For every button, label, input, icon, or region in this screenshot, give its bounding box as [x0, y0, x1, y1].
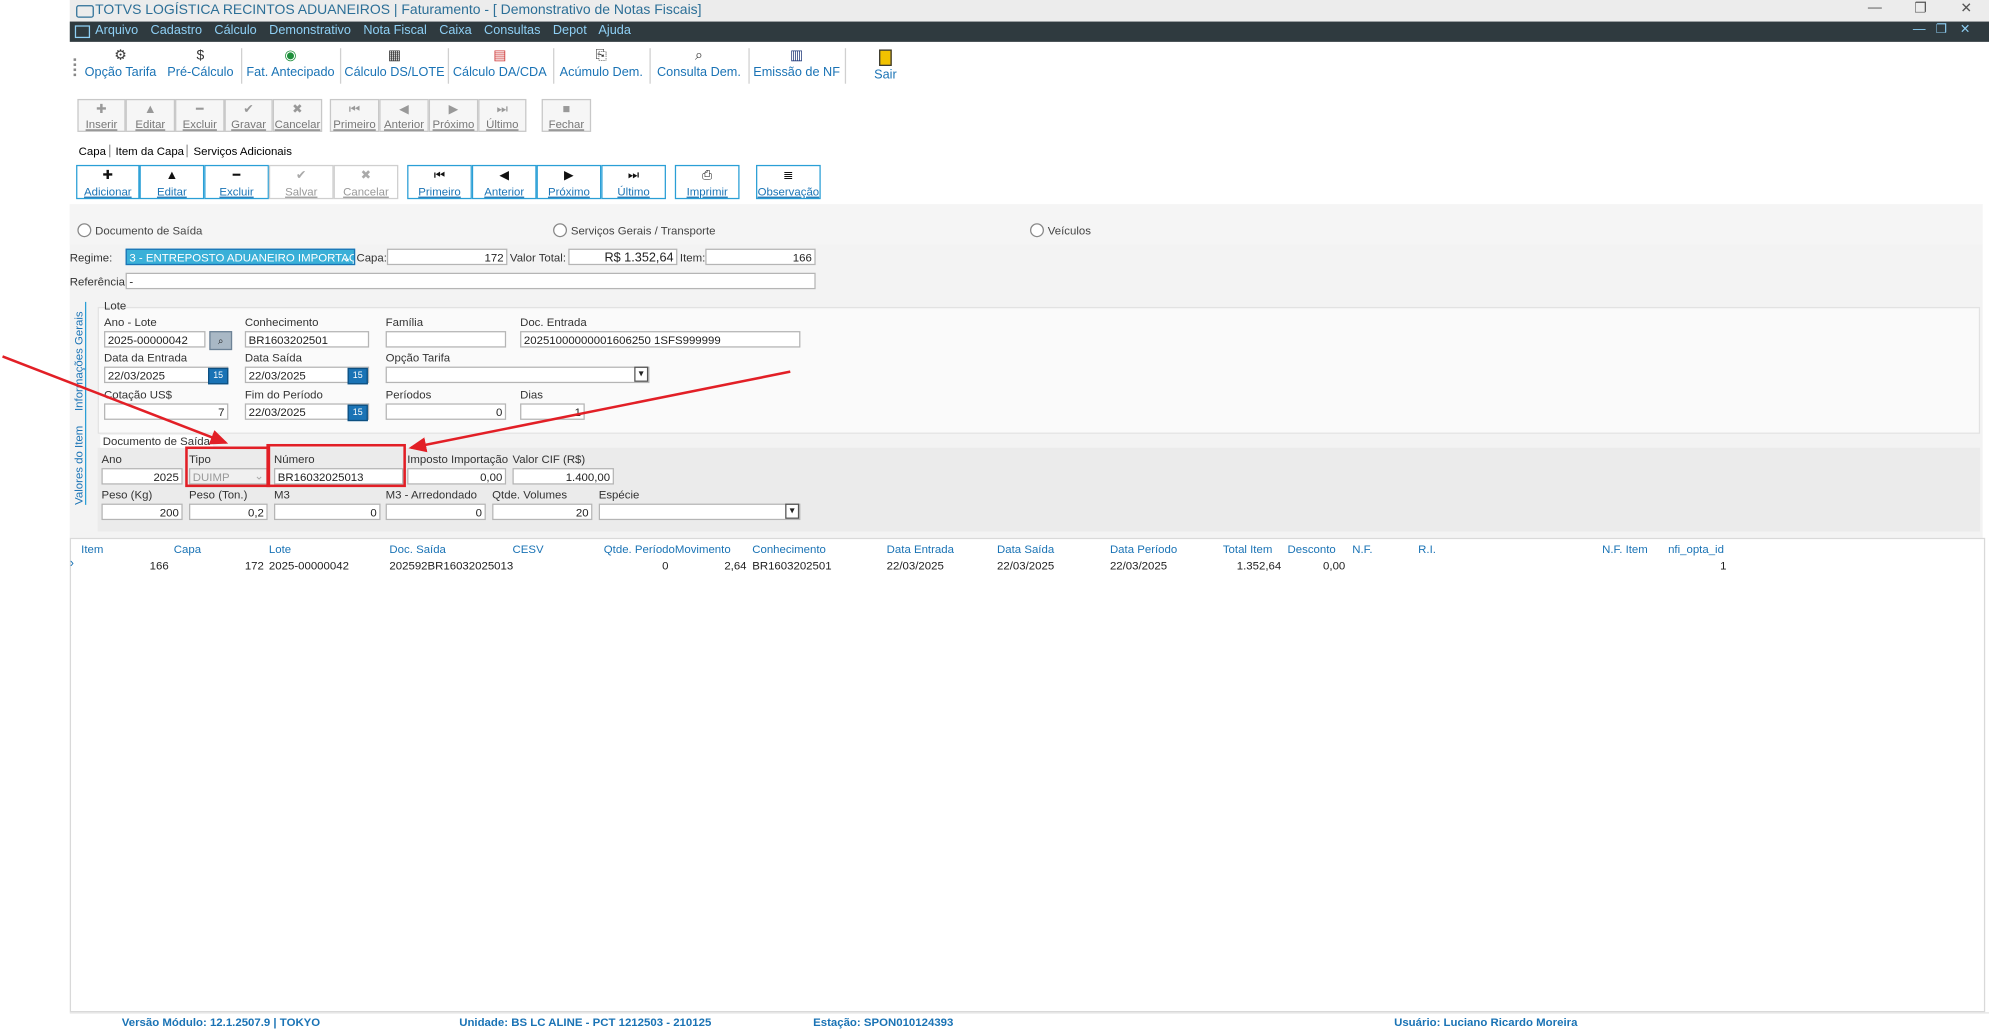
cell-doc-saida: 202592BR16032025013 [389, 559, 514, 573]
cell-movimento: 2,64 [724, 559, 747, 573]
grid-header-capa[interactable]: Capa [174, 543, 201, 556]
close-button[interactable]: ✕ [1952, 0, 1980, 16]
cell-data-entrada: 22/03/2025 [886, 559, 944, 573]
mdi-restore-button[interactable]: ❐ [1936, 23, 1947, 37]
grid-header-nf[interactable]: N.F. [1352, 543, 1372, 556]
mdi-minimize-button[interactable]: — [1913, 23, 1926, 37]
grid-header-data-entrada[interactable]: Data Entrada [887, 543, 954, 556]
grid-header-data-saida[interactable]: Data Saída [997, 543, 1054, 556]
grid-header-ri[interactable]: R.I. [1418, 543, 1436, 556]
minimize-button[interactable]: — [1861, 0, 1889, 15]
radio-circle-icon [1030, 223, 1044, 238]
grid-header-conhecimento[interactable]: Conhecimento [752, 543, 826, 556]
arrow-to-numero [408, 370, 791, 453]
grid-header-lote[interactable]: Lote [269, 543, 291, 556]
items-grid [69, 537, 1986, 1013]
grid-header-item[interactable]: Item [81, 543, 103, 556]
cell-desconto: 0,00 [1323, 559, 1346, 573]
radio-veiculos[interactable]: Veículos [1030, 223, 1091, 238]
grid-header-cesv[interactable]: CESV [512, 543, 543, 556]
annotation-arrows [2, 355, 791, 453]
mdi-close-button[interactable]: ✕ [1960, 23, 1971, 37]
grid-header-movimento[interactable]: Movimento [675, 543, 731, 556]
radio-veiculos-label: Veículos [1047, 224, 1091, 238]
arrow-to-tipo [2, 355, 229, 445]
grid-header-qtde-periodo[interactable]: Qtde. Período [604, 543, 675, 556]
grid-header-desconto[interactable]: Desconto [1288, 543, 1336, 556]
cell-capa: 172 [244, 559, 264, 573]
cell-data-periodo: 22/03/2025 [1109, 559, 1168, 573]
cell-total-item: 1.352,64 [1236, 559, 1282, 573]
status-usuario: Usuário: Luciano Ricardo Moreira [1394, 1016, 1578, 1029]
grid-header-total-item[interactable]: Total Item [1223, 543, 1272, 556]
cell-conhecimento: BR1603202501 [752, 559, 832, 573]
app-window: TOTVS LOGÍSTICA RECINTOS ADUANEIROS | Fa… [0, 0, 1989, 1036]
restore-button[interactable]: ❐ [1907, 0, 1935, 16]
status-versao: Versão Módulo: 12.1.2507.9 | TOKYO [121, 1016, 321, 1029]
cell-lote: 2025-00000042 [268, 559, 349, 573]
status-unidade: Unidade: BS LC ALINE - PCT 1212503 - 210… [459, 1016, 712, 1029]
grid-header-nf-item[interactable]: N.F. Item [1602, 543, 1648, 556]
status-estacao: Estação: SPON010124393 [813, 1016, 954, 1029]
status-bar [69, 1012, 1989, 1036]
grid-header-nfi-opta-id[interactable]: nfi_opta_id [1668, 543, 1724, 556]
row-indicator-icon: › [69, 556, 75, 571]
grid-header-data-periodo[interactable]: Data Período [1110, 543, 1177, 556]
grid-header-doc-saida[interactable]: Doc. Saída [389, 543, 445, 556]
cell-qtde-periodo: 0 [662, 559, 669, 573]
cell-item: 166 [149, 559, 169, 573]
cell-data-saida: 22/03/2025 [997, 559, 1055, 573]
cell-nfi-opta-id: 1 [1720, 559, 1727, 573]
